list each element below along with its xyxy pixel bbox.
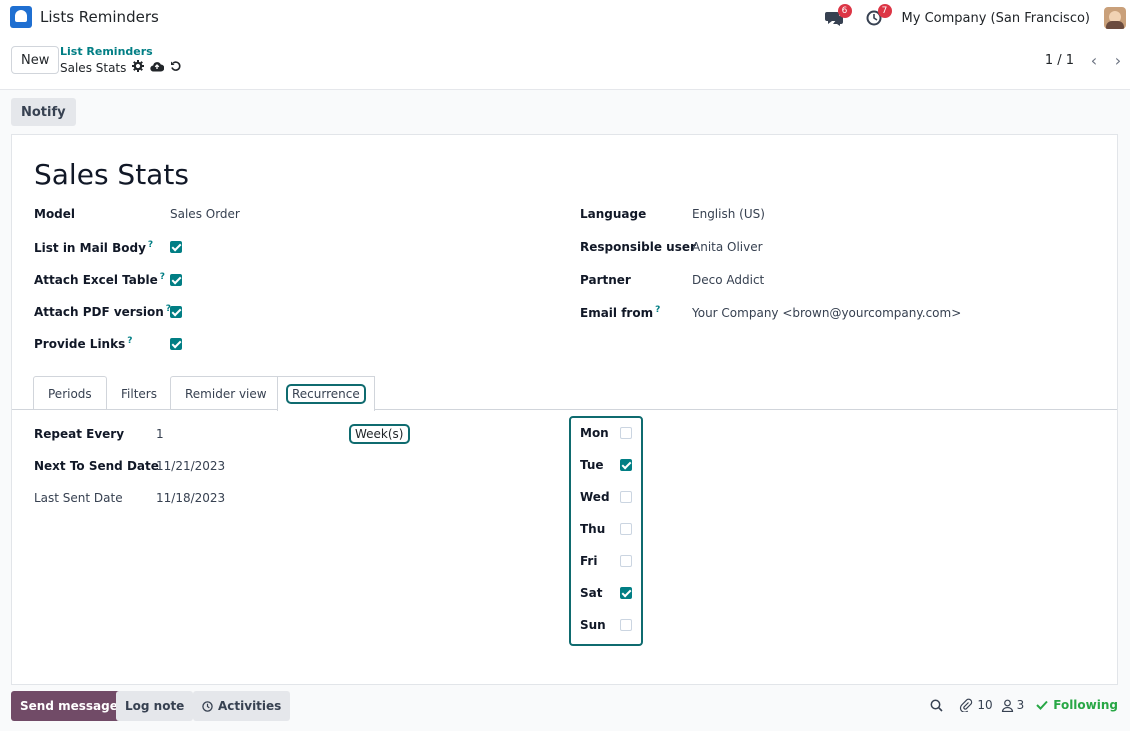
followers-button[interactable]: 3	[1001, 698, 1025, 712]
activities-button[interactable]: Activities	[193, 691, 291, 721]
day-tue-label: Tue	[580, 458, 604, 472]
messages-badge: 6	[837, 4, 852, 18]
day-sat-label: Sat	[580, 586, 603, 600]
next-send-date-value[interactable]: 11/21/2023	[156, 459, 225, 473]
day-fri-label: Fri	[580, 554, 598, 568]
send-message-button[interactable]: Send message	[11, 691, 127, 721]
tab-recurrence-label: Recurrence	[286, 384, 366, 404]
pager-value[interactable]: 1 / 1	[1045, 53, 1074, 68]
email-from-label: Email from?	[580, 305, 660, 320]
day-wed-checkbox[interactable]	[620, 491, 632, 503]
attach-pdf-version-text: Attach PDF version	[34, 305, 164, 319]
last-sent-date-label: Last Sent Date	[34, 491, 123, 505]
gear-icon[interactable]	[132, 60, 145, 75]
repeat-unit-select[interactable]: Week(s)	[349, 424, 410, 444]
user-icon	[1001, 699, 1013, 712]
attach-pdf-version-label: Attach PDF version?	[34, 304, 171, 319]
model-label: Model	[34, 207, 76, 221]
day-tue-checkbox[interactable]	[620, 459, 632, 471]
help-tooltip-icon[interactable]: ?	[160, 272, 165, 282]
paperclip-icon	[960, 698, 973, 712]
last-sent-date-value: 11/18/2023	[156, 491, 226, 505]
form-sheet: Sales Stats Model Sales Order List in Ma…	[11, 134, 1118, 685]
activities-badge: 7	[877, 4, 892, 18]
breadcrumb-parent[interactable]: List Reminders	[60, 45, 153, 58]
next-send-date-label: Next To Send Date	[34, 459, 159, 473]
tab-reminder-view[interactable]: Remider view	[170, 376, 282, 410]
attach-excel-table-checkbox[interactable]	[170, 274, 182, 286]
record-title[interactable]: Sales Stats	[34, 158, 189, 191]
check-icon	[1036, 700, 1048, 710]
list-in-mail-body-text: List in Mail Body	[34, 241, 146, 255]
app-title[interactable]: Lists Reminders	[40, 8, 159, 26]
language-label: Language	[580, 207, 647, 221]
app-bell-icon[interactable]	[10, 6, 32, 28]
repeat-unit-value: Week(s)	[349, 424, 410, 444]
pager: 1 / 1 ‹ ›	[1045, 46, 1130, 74]
day-fri-checkbox[interactable]	[620, 555, 632, 567]
breadcrumb-current-label: Sales Stats	[60, 60, 127, 75]
email-from-text: Email from	[580, 306, 654, 320]
day-thu-checkbox[interactable]	[620, 523, 632, 535]
list-in-mail-body-label: List in Mail Body?	[34, 240, 153, 255]
partner-label: Partner	[580, 273, 631, 287]
messages-icon[interactable]: 6	[822, 4, 852, 28]
day-wed-label: Wed	[580, 490, 610, 504]
attach-excel-table-text: Attach Excel Table	[34, 273, 158, 287]
attach-pdf-version-checkbox[interactable]	[170, 306, 182, 318]
breadcrumb-current: Sales Stats	[60, 60, 182, 75]
help-tooltip-icon[interactable]: ?	[655, 305, 660, 315]
tab-periods[interactable]: Periods	[33, 376, 107, 410]
pager-previous-icon[interactable]: ‹	[1082, 47, 1106, 73]
responsible-user-value[interactable]: Anita Oliver	[692, 240, 763, 254]
discard-undo-icon[interactable]	[170, 60, 182, 75]
log-note-button[interactable]: Log note	[116, 691, 194, 721]
new-button[interactable]: New	[11, 46, 60, 74]
email-from-value[interactable]: Your Company <brown@yourcompany.com>	[692, 306, 961, 320]
tab-filters[interactable]: Filters	[106, 376, 172, 410]
day-thu-label: Thu	[580, 522, 606, 536]
help-tooltip-icon[interactable]: ?	[148, 240, 153, 250]
list-in-mail-body-checkbox[interactable]	[170, 241, 182, 253]
followers-count: 3	[1016, 698, 1025, 712]
day-mon-label: Mon	[580, 426, 609, 440]
navbar-right: 6 7 My Company (San Francisco)	[822, 0, 1130, 36]
attachments-count: 10	[977, 698, 993, 712]
company-switcher[interactable]: My Company (San Francisco)	[902, 11, 1090, 26]
day-sun-label: Sun	[580, 618, 606, 632]
user-avatar[interactable]	[1104, 7, 1126, 29]
repeat-every-input[interactable]: 1	[156, 427, 164, 441]
activities-button-label: Activities	[218, 699, 282, 713]
tab-recurrence[interactable]: Recurrence	[277, 376, 375, 411]
activities-clock-icon[interactable]: 7	[862, 4, 892, 28]
day-mon-checkbox[interactable]	[620, 427, 632, 439]
pager-next-icon[interactable]: ›	[1106, 47, 1130, 73]
notebook-tabs: Periods Filters Remider view Recurrence	[12, 376, 1117, 411]
search-icon[interactable]	[930, 699, 943, 712]
following-button[interactable]: Following	[1036, 698, 1118, 712]
notify-button[interactable]: Notify	[11, 98, 76, 126]
language-value[interactable]: English (US)	[692, 207, 765, 221]
day-sun-checkbox[interactable]	[620, 619, 632, 631]
chatter-topbar-right: 10 3 Following	[914, 698, 1118, 712]
day-sat-checkbox[interactable]	[620, 587, 632, 599]
provide-links-label: Provide Links?	[34, 336, 132, 351]
help-tooltip-icon[interactable]: ?	[127, 336, 132, 346]
clock-icon	[202, 700, 213, 712]
following-label: Following	[1053, 698, 1118, 712]
model-value[interactable]: Sales Order	[170, 207, 240, 221]
attachments-button[interactable]: 10	[959, 698, 993, 712]
provide-links-text: Provide Links	[34, 337, 126, 351]
control-panel: New List Reminders Sales Stats 1 / 1 ‹ ›	[0, 36, 1130, 90]
responsible-user-label: Responsible user	[580, 240, 696, 254]
provide-links-checkbox[interactable]	[170, 338, 182, 350]
attach-excel-table-label: Attach Excel Table?	[34, 272, 165, 287]
partner-value[interactable]: Deco Addict	[692, 273, 764, 287]
save-cloud-icon[interactable]	[150, 61, 165, 75]
repeat-every-label: Repeat Every	[34, 427, 125, 441]
top-navbar: Lists Reminders 6 7 My Company (San Fran…	[0, 0, 1130, 36]
